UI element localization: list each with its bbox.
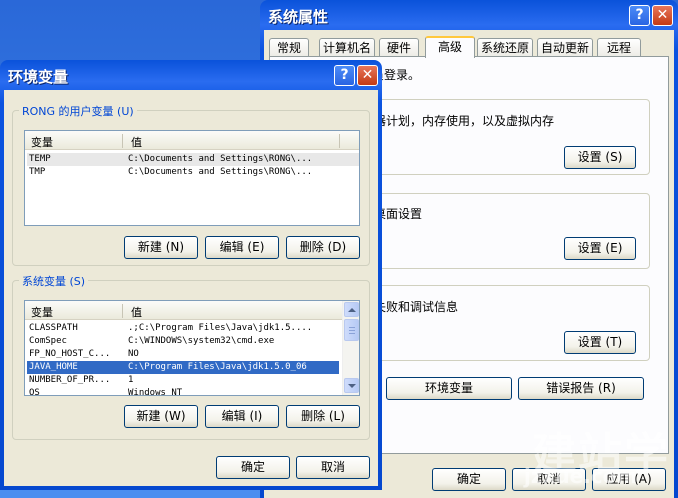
user-new-button[interactable]: 新建 (N) — [124, 236, 198, 259]
system-variables-group-title: 系统变量 (S) — [19, 273, 89, 289]
list-item[interactable]: TEMP C:\Documents and Settings\RONG\... — [27, 153, 359, 166]
column-header-value[interactable]: 值 — [131, 304, 142, 320]
tab-computer-name[interactable]: 计算机名 — [319, 38, 375, 57]
system-delete-button[interactable]: 删除 (L) — [286, 405, 360, 428]
performance-settings-button[interactable]: 设置 (S) — [564, 146, 636, 169]
dialog-ok-button[interactable]: 确定 — [216, 456, 290, 479]
scroll-down-button[interactable] — [344, 378, 359, 393]
user-variables-group-title: RONG 的用户变量 (U) — [19, 103, 137, 119]
tab-auto-update[interactable]: 自动更新 — [537, 38, 593, 57]
column-header-value[interactable]: 值 — [131, 134, 142, 150]
dialog-cancel-button[interactable]: 取消 — [296, 456, 370, 479]
user-edit-button[interactable]: 编辑 (E) — [205, 236, 279, 259]
startup-settings-button[interactable]: 设置 (T) — [564, 331, 636, 354]
system-variables-list[interactable]: 变量 值 CLASSPATH .;C:\Program Files\Java\jd… — [24, 300, 360, 396]
column-header-variable[interactable]: 变量 — [31, 134, 53, 150]
dialog-close-button[interactable]: ✕ — [357, 65, 378, 86]
tab-advanced[interactable]: 高级 — [425, 36, 475, 58]
list-item[interactable]: OS Windows_NT — [27, 387, 339, 395]
scroll-thumb[interactable] — [344, 319, 359, 341]
list-item[interactable]: NUMBER_OF_PR... 1 — [27, 374, 339, 387]
sysprops-ok-button[interactable]: 确定 — [432, 468, 506, 491]
arrow-up-icon — [348, 308, 356, 312]
user-list-header: 变量 值 — [25, 131, 359, 150]
list-item[interactable]: TMP C:\Documents and Settings\RONG\... — [27, 166, 359, 179]
help-button[interactable]: ? — [629, 5, 650, 26]
user-delete-button[interactable]: 删除 (D) — [286, 236, 360, 259]
environment-variables-dialog: 环境变量 ? ✕ RONG 的用户变量 (U) 变量 值 TEMP C:\Docu… — [0, 60, 382, 490]
column-header-variable[interactable]: 变量 — [31, 304, 53, 320]
tab-remote[interactable]: 远程 — [597, 38, 641, 57]
dialog-help-button[interactable]: ? — [334, 65, 355, 86]
environment-variables-button[interactable]: 环境变量 — [386, 377, 512, 400]
system-new-button[interactable]: 新建 (W) — [124, 405, 198, 428]
window-title: 系统属性 — [268, 8, 329, 26]
error-report-button[interactable]: 错误报告 (R) — [518, 377, 644, 400]
user-variables-list[interactable]: 变量 值 TEMP C:\Documents and Settings\RONG\… — [24, 130, 360, 226]
user-profiles-settings-button[interactable]: 设置 (E) — [564, 237, 636, 260]
arrow-down-icon — [348, 384, 356, 388]
system-list-header: 变量 值 — [25, 301, 359, 320]
scroll-up-button[interactable] — [344, 302, 359, 317]
watermark-url: jzxue.com — [524, 464, 638, 488]
dialog-client: RONG 的用户变量 (U) 变量 值 TEMP C:\Documents and… — [4, 90, 378, 486]
close-button[interactable]: ✕ — [652, 5, 673, 26]
list-item[interactable]: FP_NO_HOST_C... NO — [27, 348, 339, 361]
tab-system-restore[interactable]: 系统还原 — [477, 38, 533, 57]
tab-general[interactable]: 常规 — [269, 38, 309, 57]
system-edit-button[interactable]: 编辑 (I) — [205, 405, 279, 428]
list-item[interactable]: ComSpec C:\WINDOWS\system32\cmd.exe — [27, 335, 339, 348]
dialog-title: 环境变量 — [8, 68, 69, 86]
list-item[interactable]: CLASSPATH .;C:\Program Files\Java\jdk1.5.… — [27, 322, 339, 335]
list-item-selected[interactable]: JAVA_HOME C:\Program Files\Java\jdk1.5.0_… — [27, 361, 339, 374]
vertical-scrollbar[interactable] — [342, 301, 359, 395]
tab-hardware[interactable]: 硬件 — [379, 38, 419, 57]
